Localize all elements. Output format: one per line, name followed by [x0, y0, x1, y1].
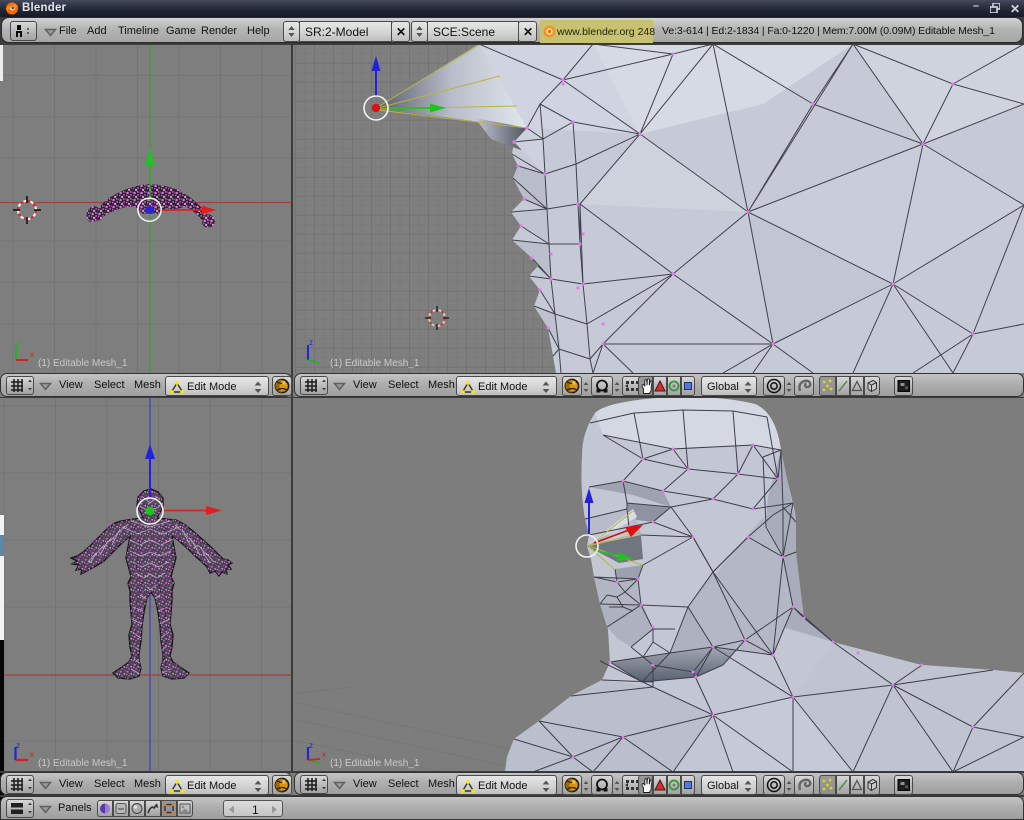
- svg-text:(1) Editable Mesh_1: (1) Editable Mesh_1: [38, 758, 128, 769]
- svg-text:z: z: [309, 338, 313, 347]
- svg-text:(1) Editable Mesh_1: (1) Editable Mesh_1: [330, 358, 420, 369]
- svg-text:x: x: [322, 750, 326, 759]
- svg-text:z: z: [16, 741, 20, 750]
- svg-text:z: z: [309, 741, 313, 750]
- svg-text:(1) Editable Mesh_1: (1) Editable Mesh_1: [38, 358, 128, 369]
- svg-text:x: x: [30, 350, 34, 359]
- svg-text:(1) Editable Mesh_1: (1) Editable Mesh_1: [330, 758, 420, 769]
- svg-text:y: y: [17, 338, 21, 347]
- svg-text:x: x: [30, 750, 34, 759]
